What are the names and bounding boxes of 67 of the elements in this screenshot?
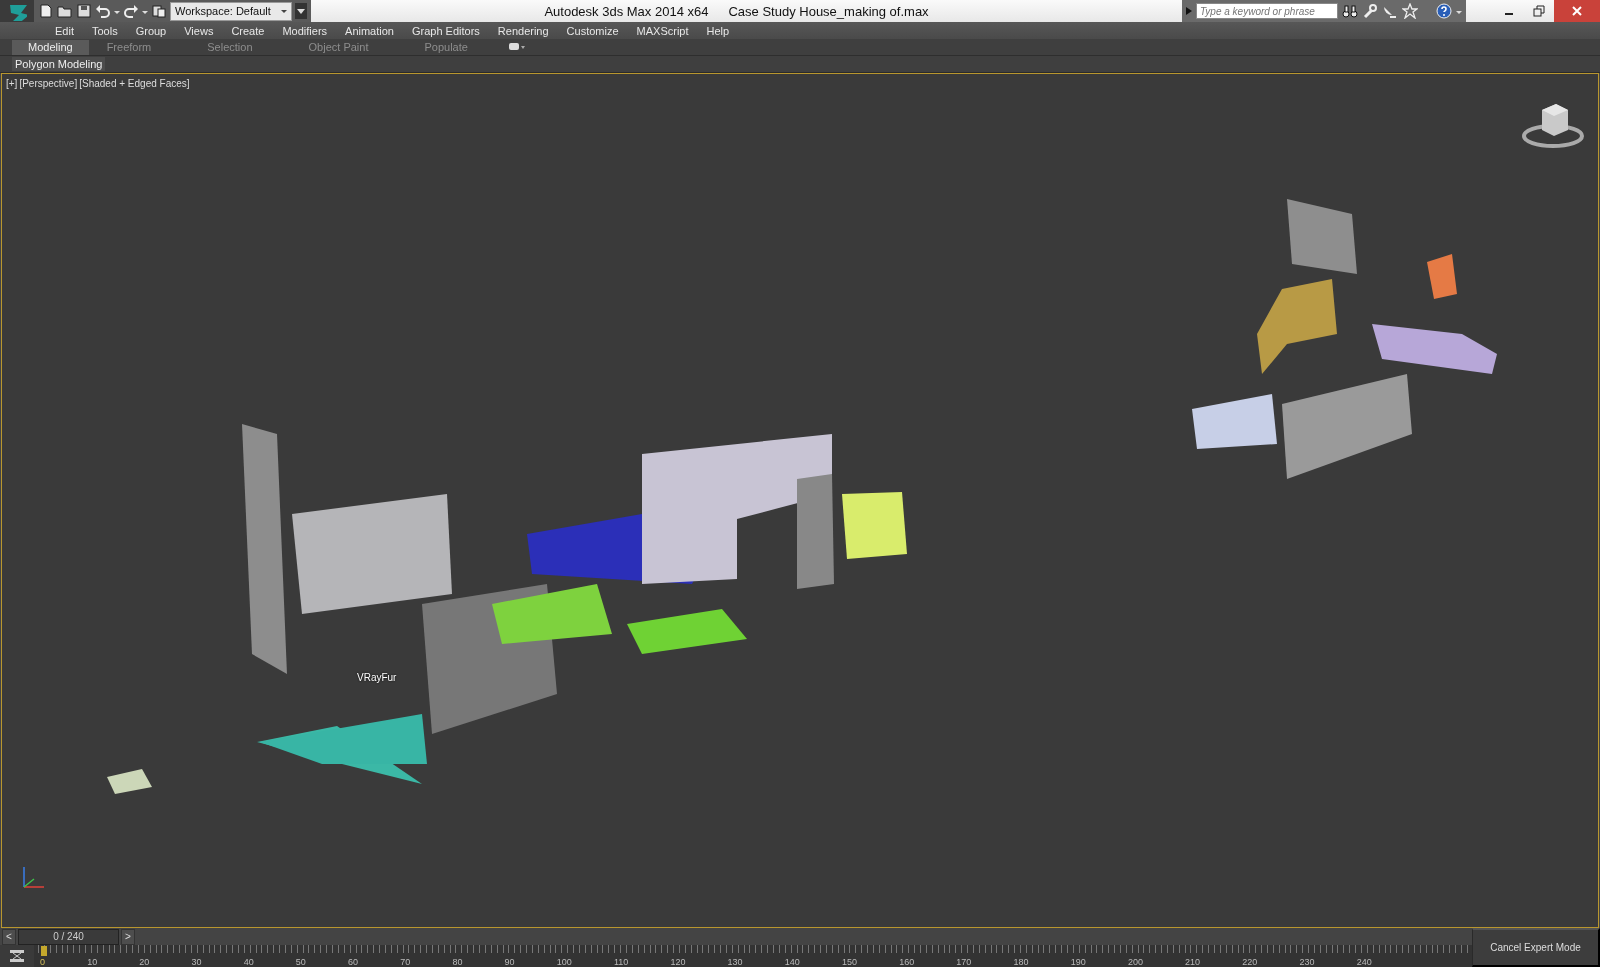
- help-icon[interactable]: [1436, 3, 1452, 19]
- cancel-expert-mode-button[interactable]: Cancel Expert Mode: [1472, 928, 1600, 967]
- frame-number: 240: [1356, 957, 1372, 967]
- frame-number: 50: [295, 957, 306, 967]
- frame-number: 20: [139, 957, 150, 967]
- menu-item[interactable]: Group: [126, 24, 176, 37]
- redo-icon[interactable]: [123, 3, 139, 19]
- search-field[interactable]: Type a keyword or phrase: [1196, 3, 1338, 19]
- app-title: Autodesk 3ds Max 2014 x64: [544, 3, 709, 19]
- menu-item[interactable]: Help: [697, 24, 739, 37]
- panel-label[interactable]: Polygon Modeling: [12, 57, 106, 71]
- restore-icon[interactable]: [1533, 5, 1545, 17]
- menu-item[interactable]: Customize: [557, 24, 628, 37]
- menu-item[interactable]: Modifiers: [273, 24, 337, 37]
- save-icon[interactable]: [76, 3, 92, 19]
- frame-number: 150: [842, 957, 857, 967]
- project-folder-icon[interactable]: [151, 3, 167, 19]
- curve-editor-icon[interactable]: [8, 948, 26, 964]
- frame-number: 60: [348, 957, 359, 967]
- frame-number: 70: [400, 957, 411, 967]
- frame-number: 180: [1013, 957, 1029, 967]
- frame-number: 40: [243, 957, 254, 967]
- expand-arrow-icon[interactable]: [1186, 5, 1192, 17]
- frame-number: 220: [1242, 957, 1258, 967]
- viewport-label[interactable]: [Shaded + Edged Faces]: [79, 78, 190, 89]
- viewport-label[interactable]: [Perspective]: [19, 78, 78, 89]
- menu-item[interactable]: Tools: [82, 24, 127, 37]
- menu-item[interactable]: Create: [222, 24, 274, 37]
- frame-number: 200: [1127, 957, 1143, 967]
- next-frame-button[interactable]: >: [121, 928, 135, 945]
- menu-item[interactable]: Animation: [336, 24, 403, 37]
- wrench-icon[interactable]: [1362, 3, 1378, 19]
- workspace-dropdown[interactable]: Workspace: Default: [170, 1, 292, 21]
- open-folder-icon[interactable]: [57, 3, 73, 19]
- frame-number: 130: [727, 957, 743, 967]
- menu-item[interactable]: Edit: [46, 24, 83, 37]
- menu-item[interactable]: Views: [175, 24, 223, 37]
- ribbon-tab[interactable]: Modeling: [12, 40, 89, 55]
- frame-number: 110: [613, 957, 629, 967]
- viewport-label[interactable]: [+]: [6, 78, 18, 89]
- frame-number: 170: [956, 957, 972, 967]
- previous-frame-button[interactable]: <: [2, 928, 16, 945]
- frame-number: 190: [1070, 957, 1086, 967]
- time-slider-thumb[interactable]: 0 / 240: [19, 929, 118, 944]
- menu-item[interactable]: MAXScript: [627, 24, 698, 37]
- undo-icon[interactable]: [95, 3, 111, 19]
- frame-number: 210: [1185, 957, 1201, 967]
- new-file-icon[interactable]: [38, 3, 54, 19]
- frame-number: 140: [784, 957, 800, 967]
- object-label: VRayFur: [357, 672, 397, 683]
- frame-number: 230: [1299, 957, 1315, 967]
- frame-number: 120: [670, 957, 686, 967]
- time-marker[interactable]: [41, 946, 47, 956]
- menu-item[interactable]: Graph Editors: [402, 24, 489, 37]
- menu-item[interactable]: Rendering: [488, 24, 558, 37]
- frame-number: 30: [191, 957, 202, 967]
- frame-number: 100: [556, 957, 572, 967]
- star-icon[interactable]: [1402, 3, 1418, 19]
- close-icon[interactable]: [1571, 5, 1583, 17]
- dropdown-caret-icon: [281, 8, 287, 14]
- file-name: Case Study House_making of.max: [728, 3, 929, 19]
- binoculars-icon[interactable]: [1342, 3, 1358, 19]
- frame-number: 80: [452, 957, 463, 967]
- frame-number: 0: [40, 957, 45, 967]
- frame-number: 10: [87, 957, 98, 967]
- frame-number: 160: [899, 957, 915, 967]
- frame-number: 90: [504, 957, 515, 967]
